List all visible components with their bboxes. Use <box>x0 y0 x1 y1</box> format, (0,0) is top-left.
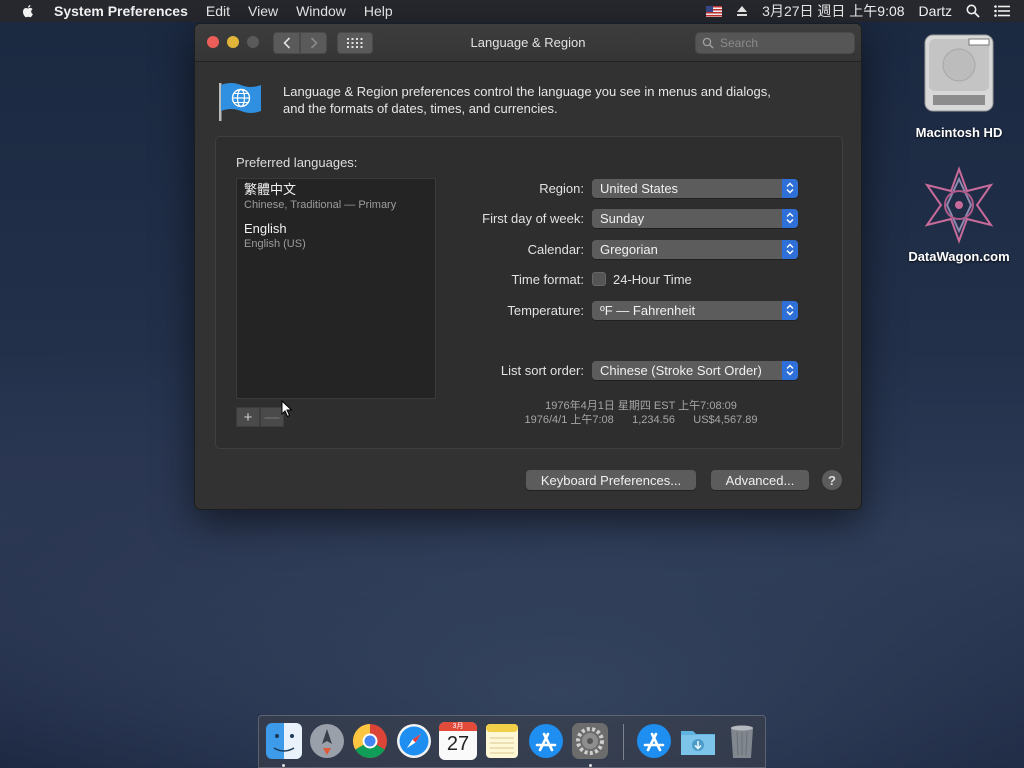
menu-help[interactable]: Help <box>364 3 393 19</box>
temperature-value: ºF — Fahrenheit <box>600 302 696 318</box>
region-value: United States <box>600 180 679 196</box>
app-store-icon[interactable] <box>527 722 565 760</box>
launchpad-icon[interactable] <box>308 722 346 760</box>
pane-description: Language & Region preferences control th… <box>283 83 823 117</box>
popup-arrows-icon <box>782 239 798 259</box>
search-input[interactable] <box>720 36 840 50</box>
desktop-icon-datawagon[interactable]: DataWagon.com <box>904 165 1014 264</box>
calendar-day: 27 <box>446 733 470 755</box>
spotlight-search-icon[interactable] <box>966 4 980 18</box>
app-store-downloads-icon[interactable] <box>635 722 673 760</box>
description-line-1: Language & Region preferences control th… <box>283 84 771 99</box>
calendar-month: 3月 <box>439 722 477 731</box>
keyboard-preferences-button[interactable]: Keyboard Preferences... <box>526 470 696 490</box>
search-icon <box>702 37 714 49</box>
menubar-user[interactable]: Dartz <box>919 3 952 19</box>
description-line-2: and the formats of dates, times, and cur… <box>283 101 558 116</box>
24-hour-time-checkbox[interactable] <box>592 272 606 286</box>
desktop-icon-macintosh-hd[interactable]: Macintosh HD <box>904 33 1014 140</box>
first-day-value: Sunday <box>600 210 645 226</box>
list-sort-label: List sort order: <box>500 362 584 378</box>
list-item[interactable]: 繁體中文 Chinese, Traditional — Primary <box>237 179 435 215</box>
menu-app-name[interactable]: System Preferences <box>54 3 188 19</box>
help-button[interactable]: ? <box>822 470 842 490</box>
calendar-row: Calendar: Gregorian <box>446 239 806 259</box>
list-sort-row: List sort order: Chinese (Stroke Sort Or… <box>446 360 806 380</box>
list-item[interactable]: English English (US) <box>237 218 435 254</box>
language-flag-globe-icon <box>219 83 261 121</box>
datawagon-logo-icon <box>924 166 994 244</box>
list-sort-popup[interactable]: Chinese (Stroke Sort Order) <box>592 360 798 380</box>
window-titlebar[interactable]: Language & Region <box>195 24 861 62</box>
popup-arrows-icon <box>782 208 798 228</box>
temperature-popup[interactable]: ºF — Fahrenheit <box>592 300 798 320</box>
dock: 3月 27 <box>258 715 766 768</box>
chrome-icon[interactable] <box>351 722 389 760</box>
time-format-label: Time format: <box>511 271 584 287</box>
calendar-value: Gregorian <box>600 241 658 257</box>
add-language-button[interactable]: + <box>236 407 260 427</box>
trash-icon[interactable] <box>723 722 761 760</box>
menu-view[interactable]: View <box>248 3 278 19</box>
desktop-icon-label: Macintosh HD <box>915 125 1003 140</box>
downloads-folder-icon[interactable] <box>679 722 717 760</box>
calendar-popup[interactable]: Gregorian <box>592 239 798 259</box>
region-popup[interactable]: United States <box>592 178 798 198</box>
sample-date-line: 1976年4月1日 星期四 EST 上午7:08:09 <box>545 400 737 412</box>
language-name: English <box>244 221 287 236</box>
search-field[interactable] <box>695 32 855 54</box>
first-day-row: First day of week: Sunday <box>446 208 806 228</box>
mouse-cursor-icon <box>281 400 293 418</box>
notification-center-icon[interactable] <box>994 5 1010 17</box>
language-region-window: Language & Region Language & Region pref… <box>194 23 862 510</box>
notes-icon[interactable] <box>483 722 521 760</box>
desktop-icon-label: DataWagon.com <box>908 249 1010 264</box>
hard-drive-icon <box>924 34 994 112</box>
system-preferences-icon[interactable] <box>571 722 609 760</box>
temperature-row: Temperature: ºF — Fahrenheit <box>446 300 806 320</box>
24-hour-time-label[interactable]: 24-Hour Time <box>613 272 692 287</box>
preferred-languages-label: Preferred languages: <box>236 155 358 170</box>
language-detail: English (US) <box>244 238 306 250</box>
time-format-row: Time format: 24-Hour Time <box>446 269 806 289</box>
format-samples: 1976年4月1日 星期四 EST 上午7:08:09 1976/4/1 上午7… <box>516 399 766 427</box>
running-indicator <box>282 764 285 767</box>
add-remove-buttons: + — <box>236 407 284 427</box>
dock-separator <box>623 724 624 760</box>
menubar-clock[interactable]: 3月27日 週日 上午9:08 <box>762 1 904 21</box>
region-label: Region: <box>539 180 584 196</box>
preferred-languages-list[interactable]: 繁體中文 Chinese, Traditional — Primary Engl… <box>236 178 436 399</box>
popup-arrows-icon <box>782 360 798 380</box>
menu-bar: System Preferences Edit View Window Help… <box>0 0 1024 22</box>
first-day-popup[interactable]: Sunday <box>592 208 798 228</box>
popup-arrows-icon <box>782 178 798 198</box>
advanced-button[interactable]: Advanced... <box>711 470 809 490</box>
input-source-flag-icon[interactable] <box>706 5 723 17</box>
eject-icon[interactable] <box>736 5 748 17</box>
sample-number-line: 1976/4/1 上午7:08 1,234.56 US$4,567.89 <box>524 414 758 426</box>
calendar-label: Calendar: <box>527 241 584 257</box>
settings-panel: Preferred languages: 繁體中文 Chinese, Tradi… <box>215 136 843 449</box>
calendar-icon[interactable]: 3月 27 <box>439 722 477 760</box>
language-detail: Chinese, Traditional — Primary <box>244 199 397 211</box>
list-sort-value: Chinese (Stroke Sort Order) <box>600 362 762 378</box>
apple-logo-icon[interactable] <box>20 3 36 19</box>
temperature-label: Temperature: <box>507 302 584 318</box>
menu-window[interactable]: Window <box>296 3 346 19</box>
first-day-label: First day of week: <box>482 210 584 226</box>
running-indicator <box>589 764 592 767</box>
finder-icon[interactable] <box>265 722 303 760</box>
safari-icon[interactable] <box>395 722 433 760</box>
popup-arrows-icon <box>782 300 798 320</box>
region-row: Region: United States <box>446 178 806 198</box>
menu-edit[interactable]: Edit <box>206 3 230 19</box>
language-name: 繁體中文 <box>244 182 297 197</box>
